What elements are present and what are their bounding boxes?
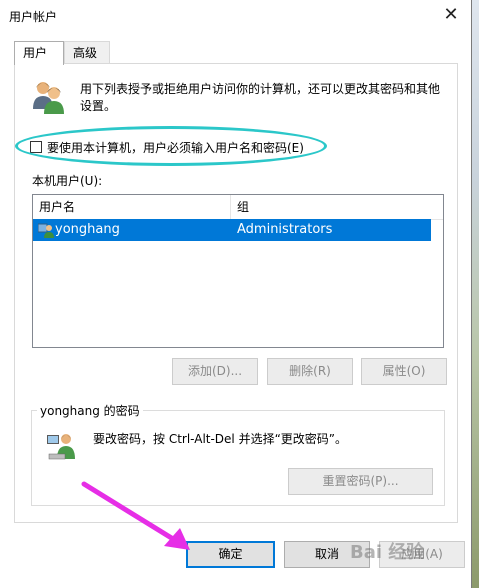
apply-button[interactable]: 应用(A) bbox=[379, 541, 465, 568]
users-list[interactable]: 用户名 组 yonghang Administrators bbox=[32, 194, 444, 348]
close-icon[interactable]: ✕ bbox=[439, 4, 463, 26]
ok-button[interactable]: 确定 bbox=[186, 541, 275, 568]
row-group: Administrators bbox=[237, 222, 333, 237]
column-header-group[interactable]: 组 bbox=[231, 195, 443, 219]
require-login-label[interactable]: 要使用本计算机，用户必须输入用户名和密码(E) bbox=[47, 139, 304, 156]
title-bar: 用户帐户 ✕ bbox=[0, 0, 471, 31]
row-username: yonghang bbox=[55, 222, 120, 237]
user-keyboard-icon bbox=[47, 434, 75, 460]
tab-users[interactable]: 用户 bbox=[14, 41, 64, 65]
window-title: 用户帐户 bbox=[9, 10, 58, 24]
local-users-label: 本机用户(U): bbox=[32, 174, 103, 188]
table-row[interactable]: yonghang Administrators bbox=[33, 219, 431, 241]
password-group-title: yonghang 的密码 bbox=[37, 402, 143, 419]
users-icon bbox=[33, 82, 64, 114]
cancel-button[interactable]: 取消 bbox=[284, 541, 370, 568]
desktop-background-strip bbox=[472, 0, 479, 588]
add-button[interactable]: 添加(D)... bbox=[172, 358, 258, 385]
list-header: 用户名 组 bbox=[33, 195, 443, 220]
password-instructions: 要改密码，按 Ctrl-Alt-Del 并选择“更改密码”。 bbox=[93, 432, 348, 446]
column-header-username[interactable]: 用户名 bbox=[33, 195, 231, 219]
reset-password-button[interactable]: 重置密码(P)... bbox=[288, 468, 433, 495]
tab-advanced[interactable]: 高级 bbox=[64, 41, 110, 63]
user-accounts-dialog: 用户帐户 ✕ 用户 高级 用下列表授予或拒绝用户访问你的计算机，还可以更改其密码… bbox=[0, 0, 472, 588]
require-login-checkbox[interactable] bbox=[30, 141, 42, 153]
intro-text: 用下列表授予或拒绝用户访问你的计算机，还可以更改其密码和其他设置。 bbox=[80, 82, 441, 113]
user-icon bbox=[38, 223, 54, 238]
remove-button[interactable]: 删除(R) bbox=[267, 358, 353, 385]
properties-button[interactable]: 属性(O) bbox=[361, 358, 447, 385]
